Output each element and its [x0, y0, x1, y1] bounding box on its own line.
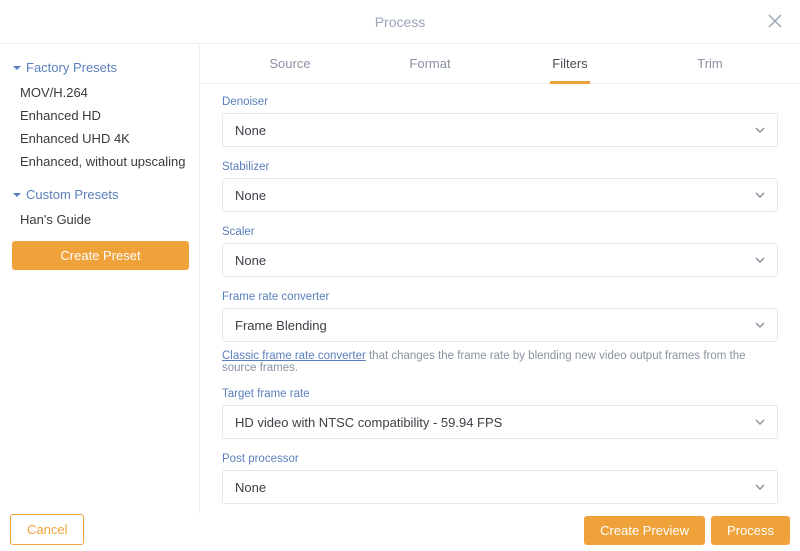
stabilizer-label: Stabilizer: [222, 161, 778, 173]
classic-frc-link[interactable]: Classic frame rate converter: [222, 350, 366, 362]
custom-presets-title: Custom Presets: [26, 187, 118, 202]
factory-presets-title: Factory Presets: [26, 60, 117, 75]
post-processor-value: None: [235, 480, 266, 495]
chevron-down-icon: [12, 63, 22, 73]
close-button[interactable]: [764, 10, 786, 32]
chevron-down-icon: [755, 417, 765, 427]
preset-item[interactable]: MOV/H.264: [12, 81, 189, 104]
scaler-value: None: [235, 253, 266, 268]
create-preset-button[interactable]: Create Preset: [12, 241, 189, 270]
target-frame-rate-select[interactable]: HD video with NTSC compatibility - 59.94…: [222, 405, 778, 439]
frame-rate-converter-field: Frame rate converter Frame Blending: [222, 291, 778, 342]
tab-bar: Source Format Filters Trim: [200, 44, 800, 84]
dialog-header: Process: [0, 0, 800, 44]
cancel-button[interactable]: Cancel: [10, 514, 84, 545]
denoiser-value: None: [235, 123, 266, 138]
denoiser-select[interactable]: None: [222, 113, 778, 147]
preset-item[interactable]: Enhanced, without upscaling: [12, 150, 189, 173]
factory-presets-group: Factory Presets MOV/H.264 Enhanced HD En…: [12, 60, 189, 173]
post-processor-select[interactable]: None: [222, 470, 778, 504]
custom-presets-header[interactable]: Custom Presets: [12, 187, 189, 202]
tab-format[interactable]: Format: [360, 44, 500, 83]
frame-rate-converter-value: Frame Blending: [235, 318, 327, 333]
frame-rate-converter-select[interactable]: Frame Blending: [222, 308, 778, 342]
dialog-body: Factory Presets MOV/H.264 Enhanced HD En…: [0, 44, 800, 514]
stabilizer-field: Stabilizer None: [222, 161, 778, 212]
close-icon: [768, 14, 782, 28]
chevron-down-icon: [755, 190, 765, 200]
frame-rate-converter-label: Frame rate converter: [222, 291, 778, 303]
target-frame-rate-field: Target frame rate HD video with NTSC com…: [222, 388, 778, 439]
chevron-down-icon: [755, 255, 765, 265]
chevron-down-icon: [755, 125, 765, 135]
factory-presets-header[interactable]: Factory Presets: [12, 60, 189, 75]
presets-sidebar: Factory Presets MOV/H.264 Enhanced HD En…: [0, 44, 200, 514]
scaler-label: Scaler: [222, 226, 778, 238]
denoiser-label: Denoiser: [222, 96, 778, 108]
frame-rate-help-text: Classic frame rate converter that change…: [222, 350, 778, 374]
chevron-down-icon: [755, 320, 765, 330]
post-processor-field: Post processor None: [222, 453, 778, 504]
target-frame-rate-value: HD video with NTSC compatibility - 59.94…: [235, 415, 502, 430]
scaler-field: Scaler None: [222, 226, 778, 277]
target-frame-rate-label: Target frame rate: [222, 388, 778, 400]
dialog-title: Process: [375, 14, 426, 30]
post-processor-label: Post processor: [222, 453, 778, 465]
create-preview-button[interactable]: Create Preview: [584, 516, 705, 545]
main-panel: Source Format Filters Trim Denoiser None…: [200, 44, 800, 514]
stabilizer-value: None: [235, 188, 266, 203]
chevron-down-icon: [12, 190, 22, 200]
stabilizer-select[interactable]: None: [222, 178, 778, 212]
denoiser-field: Denoiser None: [222, 96, 778, 147]
preset-item[interactable]: Enhanced HD: [12, 104, 189, 127]
preset-item[interactable]: Enhanced UHD 4K: [12, 127, 189, 150]
process-button[interactable]: Process: [711, 516, 790, 545]
dialog-footer: Cancel Create Preview Process: [0, 514, 800, 551]
chevron-down-icon: [755, 482, 765, 492]
preset-item[interactable]: Han's Guide: [12, 208, 189, 231]
tab-trim[interactable]: Trim: [640, 44, 780, 83]
custom-presets-group: Custom Presets Han's Guide: [12, 187, 189, 231]
filters-form[interactable]: Denoiser None Stabilizer None Scaler Non…: [200, 84, 800, 514]
tab-filters[interactable]: Filters: [500, 44, 640, 83]
tab-source[interactable]: Source: [220, 44, 360, 83]
scaler-select[interactable]: None: [222, 243, 778, 277]
footer-actions: Create Preview Process: [584, 516, 790, 545]
